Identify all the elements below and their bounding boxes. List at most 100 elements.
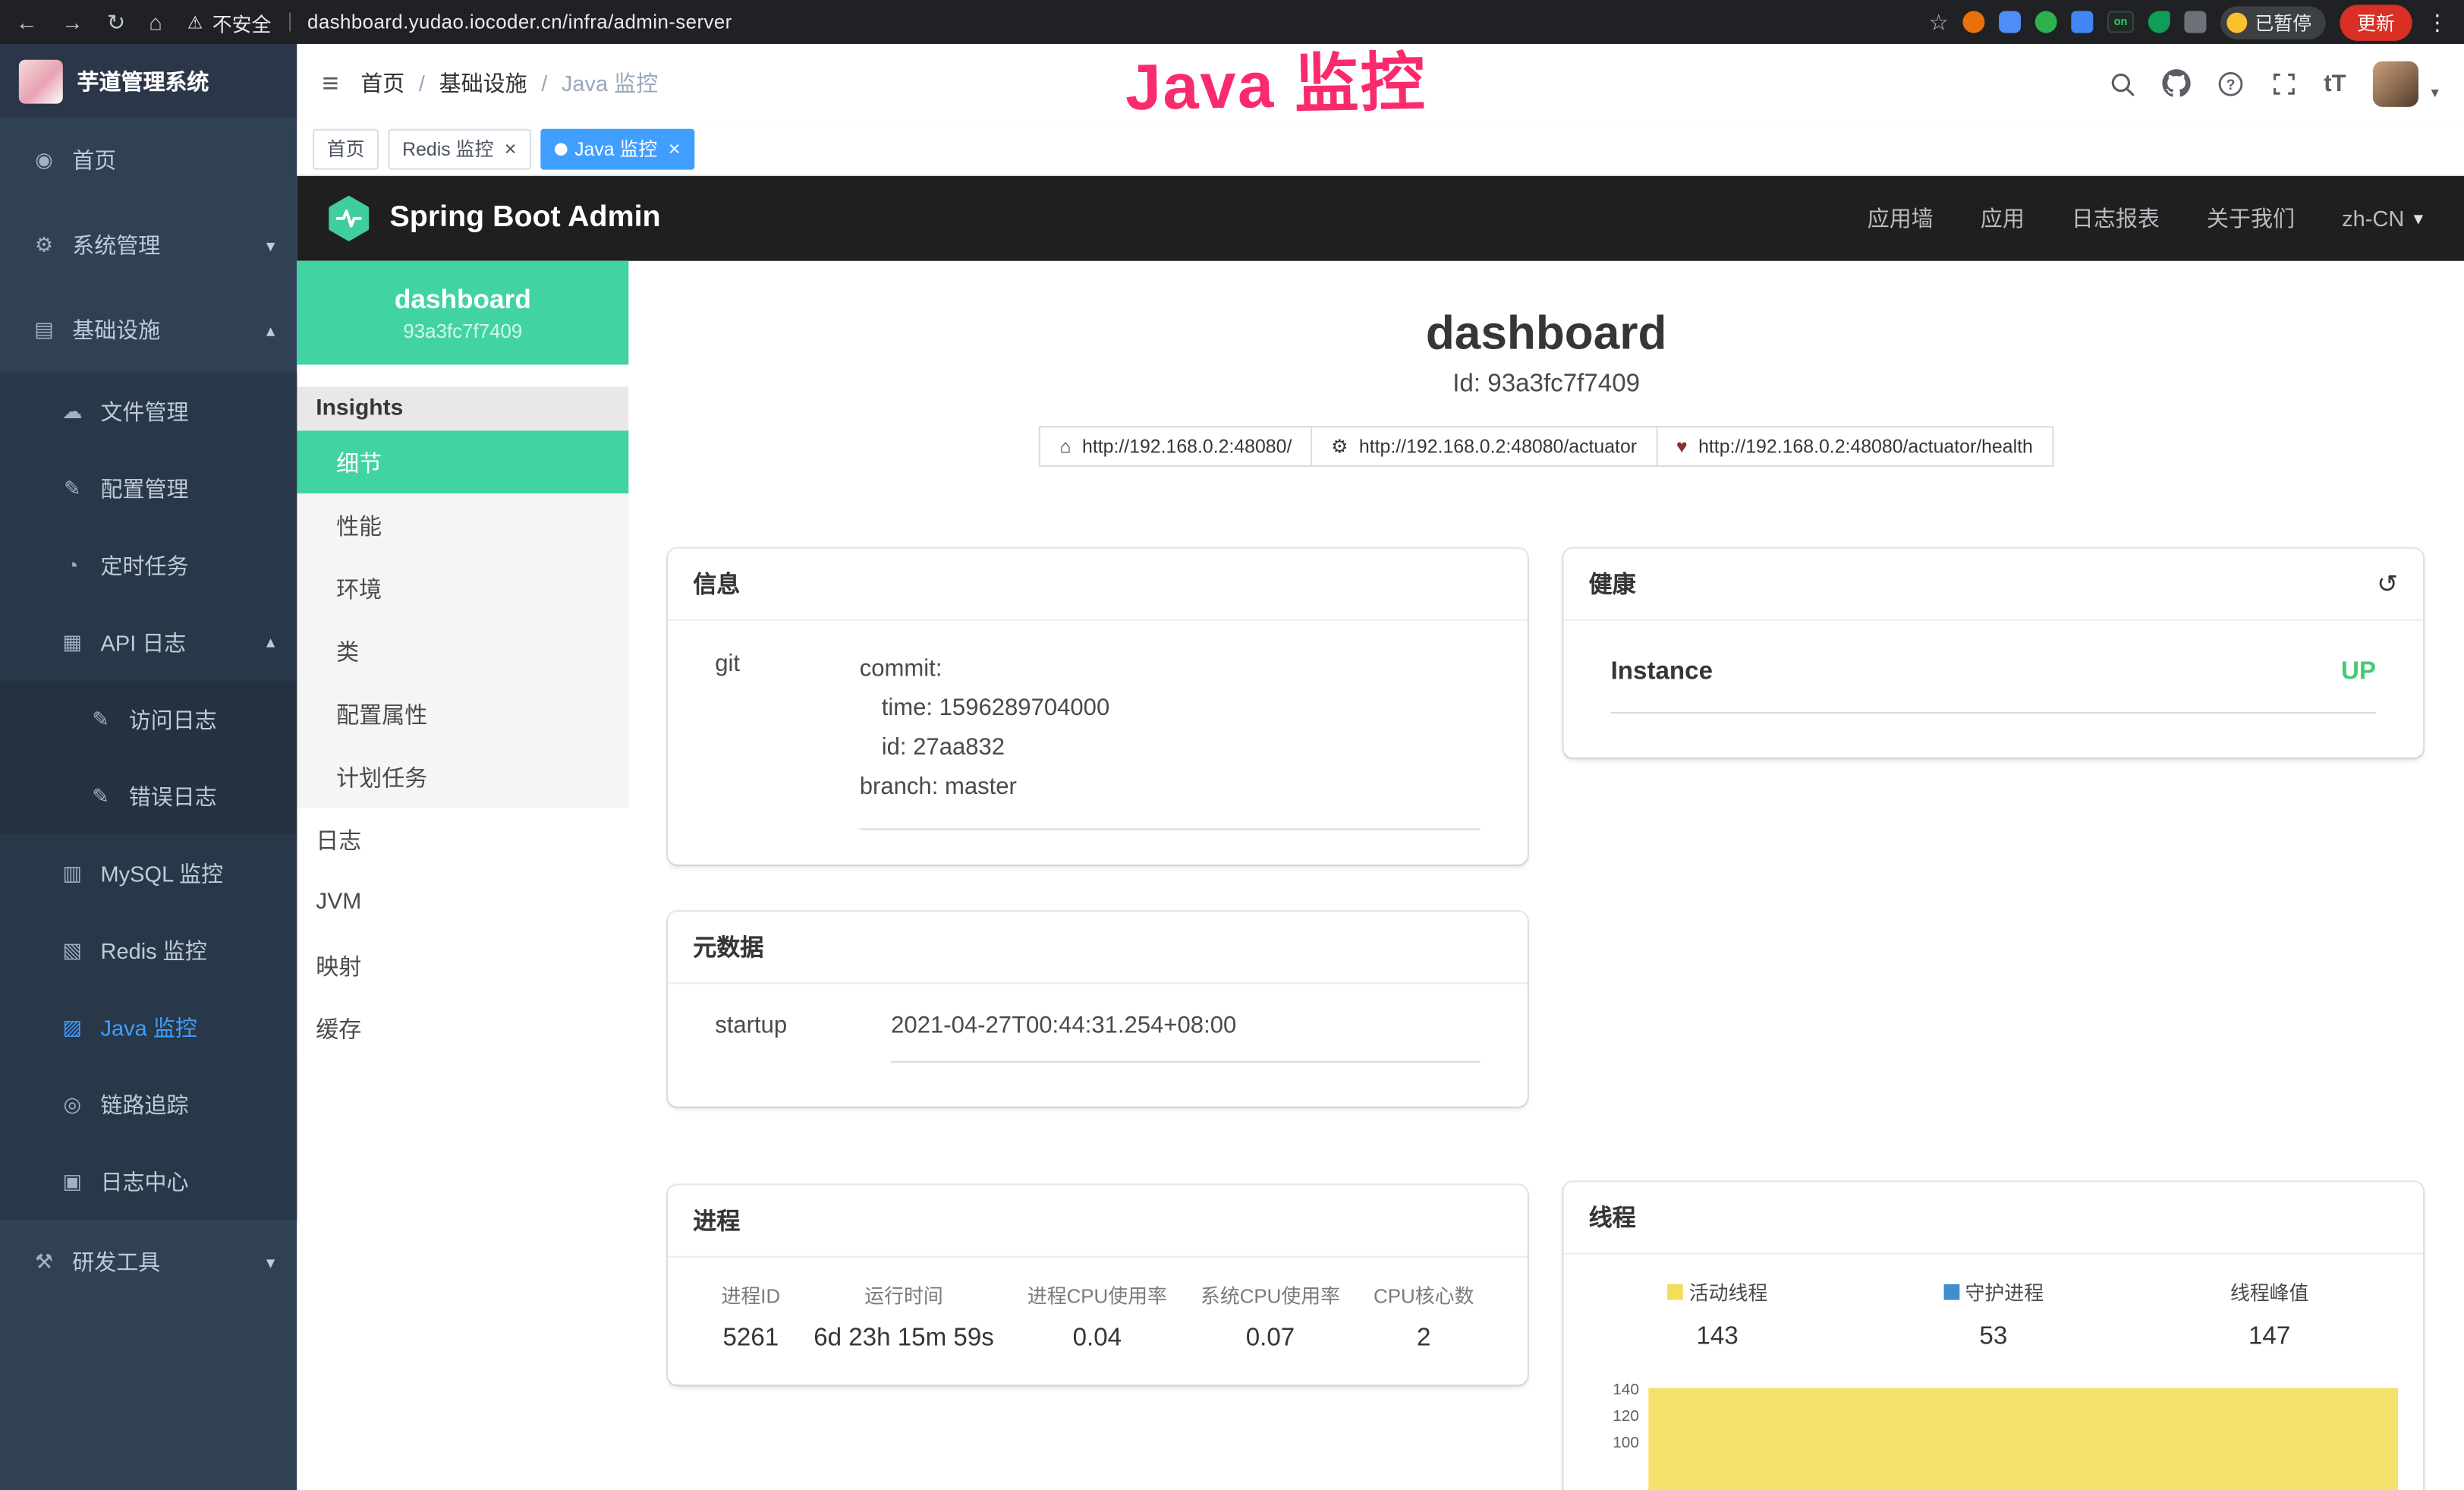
- sba-nav-jvm[interactable]: JVM: [297, 871, 628, 934]
- address-divider: [288, 13, 290, 32]
- metadata-key: startup: [715, 1013, 891, 1063]
- browser-update-button[interactable]: 更新: [2340, 4, 2412, 40]
- sidebar-item-dev-tools[interactable]: ⚒ 研发工具 ▾: [0, 1220, 297, 1305]
- sba-nav-mappings[interactable]: 映射: [297, 934, 628, 997]
- extension-icon-grid[interactable]: [2071, 11, 2093, 33]
- forward-button[interactable]: →: [61, 11, 83, 33]
- stat-label: 运行时间: [813, 1280, 994, 1309]
- legend-label: 守护进程: [1965, 1276, 2044, 1306]
- close-icon[interactable]: ×: [669, 138, 681, 159]
- not-secure-label: 不安全: [212, 7, 272, 36]
- legend-value: 53: [1855, 1324, 2132, 1352]
- health-row[interactable]: Instance UP: [1611, 659, 2376, 713]
- link-label: http://192.168.0.2:48080/: [1082, 436, 1292, 458]
- tag-home[interactable]: 首页: [313, 128, 379, 169]
- brand[interactable]: 芋道管理系统: [0, 44, 297, 118]
- legend-value: 147: [2132, 1324, 2408, 1352]
- github-icon[interactable]: [2162, 69, 2190, 97]
- browser-menu-icon[interactable]: ⋮: [2426, 8, 2448, 35]
- annotation-java-monitor: Java 监控: [1125, 29, 1427, 128]
- legend-live-threads: 活动线程 143: [1579, 1276, 1855, 1351]
- proxy-paused-badge[interactable]: 已暂停: [2220, 5, 2326, 38]
- help-icon[interactable]: ?: [2217, 70, 2243, 96]
- sidebar-item-config-manage[interactable]: ✎ 配置管理: [0, 449, 297, 526]
- avatar[interactable]: [2373, 61, 2418, 106]
- actuator-url-link[interactable]: ⚙ http://192.168.0.2:48080/actuator: [1311, 426, 1657, 467]
- sba-logo-icon: [326, 195, 373, 242]
- chart-plot-area: [1648, 1377, 2398, 1490]
- info-line: time: 1596289704000: [860, 688, 1481, 728]
- history-refresh-icon[interactable]: ↺: [2377, 569, 2398, 600]
- sba-locale-select[interactable]: zh-CN ▾: [2342, 206, 2423, 231]
- sba-nav-caches[interactable]: 缓存: [297, 997, 628, 1060]
- extension-icon-leaf[interactable]: [2148, 11, 2170, 33]
- sidebar-toggle-icon[interactable]: ≡: [323, 67, 339, 99]
- sba-nav-configprops[interactable]: 配置属性: [297, 682, 628, 745]
- sidebar-item-label: MySQL 监控: [101, 858, 224, 889]
- sidebar-item-api-log[interactable]: ▦ API 日志 ▴: [0, 603, 297, 680]
- sba-nav-logfile[interactable]: 日志: [297, 808, 628, 871]
- sidebar-item-log-center[interactable]: ▣ 日志中心: [0, 1142, 297, 1219]
- service-url-link[interactable]: ⌂ http://192.168.0.2:48080/: [1040, 426, 1313, 467]
- metadata-card-header: 元数据: [668, 912, 1528, 984]
- tag-java-monitor[interactable]: Java 监控 ×: [540, 128, 695, 169]
- sba-nav-applications[interactable]: 应用: [1981, 203, 2025, 234]
- sidebar-item-infra[interactable]: ▤ 基础设施 ▴: [0, 288, 297, 373]
- yellow-square-icon: [1667, 1284, 1683, 1299]
- sidebar-item-scheduled-jobs[interactable]: ◔ 定时任务: [0, 527, 297, 603]
- chevron-up-icon: ▴: [266, 632, 275, 652]
- chevron-down-icon: ▾: [266, 1252, 275, 1272]
- sba-nav-wall[interactable]: 应用墙: [1868, 203, 1934, 234]
- sidebar-item-file-manage[interactable]: ☁ 文件管理: [0, 373, 297, 449]
- back-button[interactable]: ←: [16, 11, 38, 33]
- sba-nav-classes[interactable]: 类: [297, 619, 628, 682]
- sidebar-item-error-log[interactable]: ✎ 错误日志: [0, 758, 297, 834]
- tag-redis-monitor[interactable]: Redis 监控 ×: [389, 128, 531, 169]
- instance-header[interactable]: dashboard 93a3fc7f7409: [297, 261, 628, 365]
- sidebar-item-trace[interactable]: ◎ 链路追踪: [0, 1066, 297, 1142]
- tag-label: Java 监控: [574, 135, 657, 162]
- close-icon[interactable]: ×: [505, 138, 517, 159]
- legend-value: 143: [1579, 1324, 1855, 1352]
- extension-icon-on-switch[interactable]: on: [2107, 11, 2134, 33]
- fullscreen-icon[interactable]: [2270, 70, 2297, 96]
- sidebar-item-home[interactable]: ◉ 首页: [0, 118, 297, 203]
- sidebar-item-java-monitor[interactable]: ▨ Java 监控: [0, 989, 297, 1066]
- search-icon[interactable]: [2109, 70, 2135, 96]
- sba-nav-details[interactable]: 细节: [297, 430, 628, 493]
- chevron-down-icon[interactable]: ▾: [2431, 84, 2438, 106]
- breadcrumb-infra[interactable]: 基础设施: [439, 68, 527, 99]
- sidebar-item-label: API 日志: [101, 626, 187, 657]
- sba-nav-journal[interactable]: 日志报表: [2072, 203, 2160, 234]
- sba-main: dashboard Id: 93a3fc7f7409 ⌂ http://192.…: [628, 261, 2464, 1490]
- sba-body: dashboard 93a3fc7f7409 Insights 细节 性能 环境…: [297, 261, 2464, 1490]
- reload-button[interactable]: ↻: [107, 11, 125, 33]
- sba-nav-environment[interactable]: 环境: [297, 556, 628, 619]
- sba-nav-about[interactable]: 关于我们: [2207, 203, 2295, 234]
- sidebar-item-mysql-monitor[interactable]: ▥ MySQL 监控: [0, 835, 297, 912]
- info-card-body: git commit: time: 1596289704000 id: 27aa…: [668, 621, 1528, 865]
- address-bar[interactable]: ⚠ 不安全 dashboard.yudao.iocoder.cn/infra/a…: [178, 7, 1913, 36]
- health-url-link[interactable]: ♥ http://192.168.0.2:48080/actuator/heal…: [1656, 426, 2053, 467]
- bookmark-star-icon[interactable]: ☆: [1929, 11, 1949, 33]
- sba-nav-metrics[interactable]: 性能: [297, 493, 628, 556]
- instance-name: dashboard: [395, 284, 531, 315]
- sidebar-item-label: 研发工具: [72, 1246, 160, 1277]
- sidebar-item-redis-monitor[interactable]: ▧ Redis 监控: [0, 912, 297, 988]
- extension-icon-orange[interactable]: [1962, 11, 1984, 33]
- sba-nav-scheduled-tasks[interactable]: 计划任务: [297, 745, 628, 808]
- extension-icon-green-circle[interactable]: [2035, 11, 2057, 33]
- info-value: commit: time: 1596289704000 id: 27aa832 …: [860, 649, 1481, 830]
- brand-name: 芋道管理系统: [77, 65, 209, 96]
- browser-home-button[interactable]: ⌂: [149, 11, 162, 33]
- extension-icon-blue-drop[interactable]: [1999, 11, 2021, 33]
- sidebar-item-system[interactable]: ⚙ 系统管理 ▾: [0, 203, 297, 288]
- breadcrumb-home[interactable]: 首页: [360, 68, 404, 99]
- extensions-menu-icon[interactable]: [2184, 11, 2206, 33]
- sidebar-item-access-log[interactable]: ✎ 访问日志: [0, 681, 297, 758]
- sba-header: Spring Boot Admin 应用墙 应用 日志报表 关于我们 zh-CN…: [297, 176, 2464, 261]
- status-badge: UP: [2341, 659, 2376, 687]
- font-size-icon[interactable]: tT: [2324, 70, 2346, 96]
- left-column: 信息 git commit: time: 1596289704000 id: 2…: [668, 549, 1528, 1385]
- sba-brand-name[interactable]: Spring Boot Admin: [390, 201, 661, 236]
